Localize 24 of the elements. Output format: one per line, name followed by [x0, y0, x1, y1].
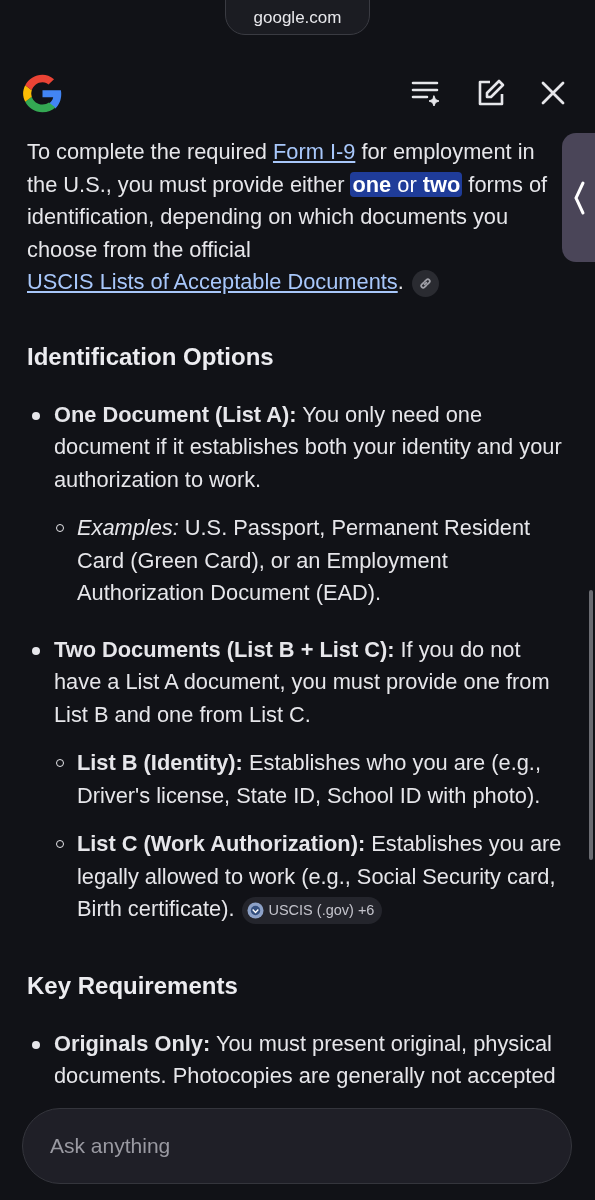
list-item-text: Originals Only: You must present original, physical documents. Photocopies are generally not accepted	[54, 1029, 557, 1090]
address-pill[interactable]: google.com	[224, 0, 371, 35]
link[interactable]: Form I-9	[272, 139, 356, 164]
section-heading: Key Requirements	[27, 970, 239, 1001]
list-item-text: One Document (List A): You only need one document if it establishes both your identity and your authorization to work.	[54, 400, 563, 494]
seal-icon	[247, 901, 265, 919]
chevron-left-icon	[572, 180, 585, 215]
link-icon[interactable]	[411, 269, 439, 297]
side-panel-tab[interactable]	[562, 133, 595, 262]
section-heading: Identification Options	[27, 341, 275, 372]
source-chip[interactable]: USCIS (.gov) +6	[242, 896, 383, 924]
close-icon[interactable]	[541, 81, 565, 105]
bullet-icon	[32, 1040, 40, 1049]
edit-icon[interactable]	[477, 79, 505, 107]
link[interactable]: USCIS Lists of Acceptable Documents	[27, 269, 398, 294]
sub-item-text: List B (Identity): Establishes who you are (e.g., Driver's license, State ID, School ID with photo).	[77, 749, 542, 810]
sub-item-text: Examples: U.S. Passport, Permanent Resident Card (Green Card), or an Employment Authorization Document (EAD).	[77, 514, 532, 607]
list-item-text: Two Documents (List B + List C): If you do not have a List A document, you must provide one from List B and one from List C.	[54, 635, 551, 729]
sub-item-text: List C (Work Authorization): Establishes you are legally allowed to work (e.g., Social Security card, Birth certificate). USCIS (.gov) +6	[77, 828, 567, 926]
scrollbar-thumb[interactable]	[589, 590, 593, 860]
ask-input-field[interactable]: Ask anything	[22, 1108, 572, 1184]
list-sparkle-icon[interactable]	[411, 79, 441, 107]
bullet-icon	[32, 646, 40, 655]
bullet-icon	[32, 411, 40, 420]
